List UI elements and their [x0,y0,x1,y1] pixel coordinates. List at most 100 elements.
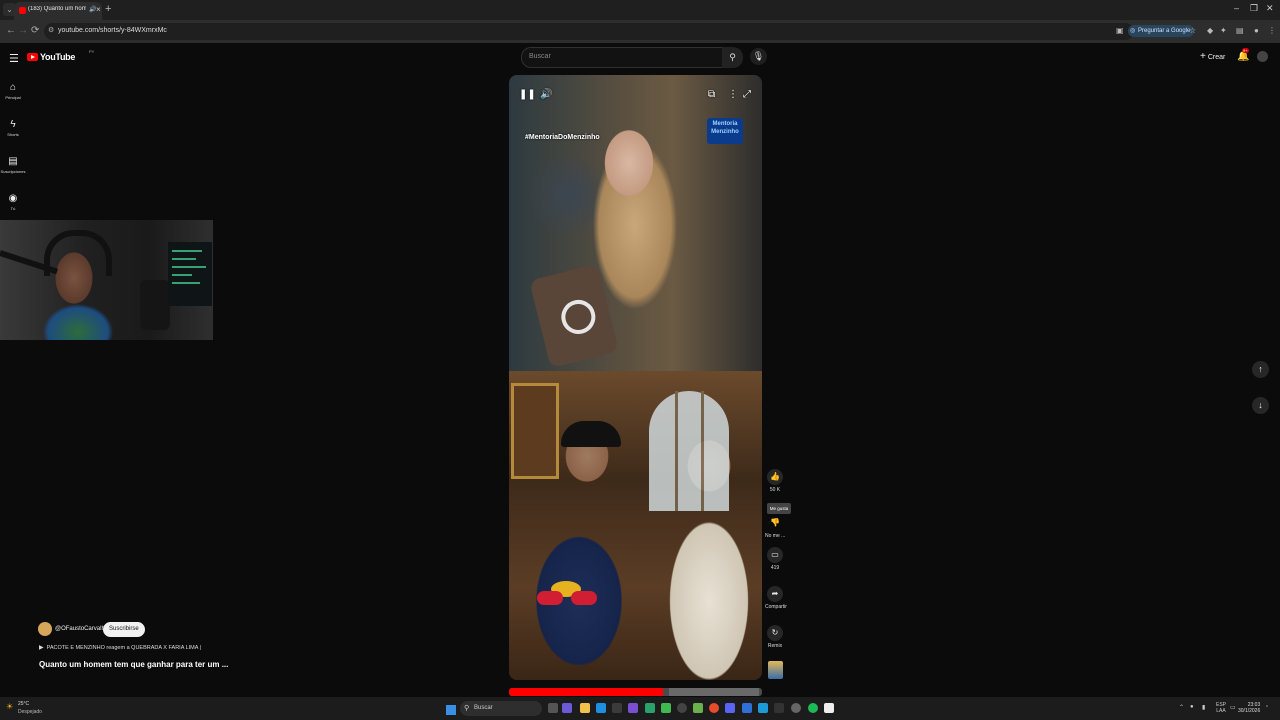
like-button[interactable]: 👍 50 K [765,469,785,493]
discord-icon[interactable] [725,703,735,713]
voice-search-button[interactable]: 🎙 [750,48,767,65]
video-brand-badge: Mentoria Menzinho [707,118,743,144]
chrome-menu-icon[interactable]: ⋮ [1268,26,1276,35]
taskbar-app-icon[interactable] [742,703,752,713]
dislike-button[interactable]: 👎 No me ... [765,515,785,539]
forward-button[interactable]: → [18,25,28,36]
input-language[interactable]: ESP LAA [1216,702,1226,714]
taskbar-app-icon[interactable] [677,703,687,713]
volume-icon[interactable]: 🔊 [540,89,552,100]
task-view-icon[interactable] [548,703,558,713]
taskbar-app-icon[interactable] [774,703,784,713]
temperature: 25°C [18,701,30,707]
remix-button[interactable]: ↻ Remix [765,625,785,649]
window-close-button[interactable]: ✕ [1266,3,1274,14]
new-tab-button[interactable]: + [105,3,111,15]
progress-buffer [669,688,759,696]
search-icon: ⚲ [464,705,470,712]
ask-google-button[interactable]: ◎ Preguntar a Google [1128,25,1195,37]
short-title[interactable]: Quanto um homem tem que ganhar para ter … [39,660,228,669]
reload-button[interactable]: ⟳ [31,25,39,36]
search-icon: ⚲ [729,52,736,62]
you-icon: ◉ [8,193,18,204]
tray-app-icon[interactable]: ● [1190,704,1194,710]
guide-menu-icon[interactable]: ☰ [9,52,19,65]
tab-close-icon[interactable]: × [96,5,101,14]
network-icon[interactable]: ▭ [1230,704,1236,711]
windows-start-icon[interactable] [446,705,456,715]
plus-icon: + [1200,51,1206,62]
channel-avatar[interactable] [38,622,52,636]
taskbar-search[interactable]: ⚲ Buscar [460,701,542,716]
pause-icon[interactable]: ❚❚ [519,89,536,100]
taskbar-app-icon[interactable] [824,703,834,713]
create-label: Crear [1207,54,1226,61]
guide-item-you[interactable]: ◉ Tú [0,193,26,211]
account-avatar[interactable] [1257,51,1268,62]
taskbar-app-icon[interactable] [562,703,572,713]
channel-name[interactable]: @OFaustoCarvalho [55,626,108,632]
system-clock[interactable]: 23:03 30/1/2026 [1238,702,1260,714]
create-button[interactable]: + Crear [1200,51,1225,62]
thumbs-up-icon: 👍 [767,469,783,485]
ask-google-label: Preguntar a Google [1138,28,1191,34]
video-progress-bar[interactable] [509,688,762,696]
taskbar-app-icon[interactable] [628,703,638,713]
comments-button[interactable]: ▭ 419 [765,547,785,571]
install-app-icon[interactable]: ▣ [1116,26,1124,35]
related-video-link[interactable]: ▶ PACOTE E MENZINHO reagem a QUEBRADA X F… [39,644,201,651]
video-bottom-frame [509,371,762,680]
taskbar-app-icon[interactable] [693,703,703,713]
maximize-button[interactable]: ❐ [1250,3,1258,14]
miniplayer-icon[interactable]: ⧉ [708,89,715,100]
extension-icon[interactable]: ◆ [1207,26,1213,35]
arrow-down-icon: ↓ [1258,400,1263,410]
bookmark-star-icon[interactable]: ☆ [1189,26,1196,35]
file-explorer-icon[interactable] [580,703,590,713]
chrome-icon[interactable] [709,703,719,713]
tray-chevron-icon[interactable]: ⌃ [1179,704,1184,711]
video-hashtag-overlay: #MentoriaDoMenzinho [525,134,600,141]
back-button[interactable]: ← [6,25,16,36]
taskbar-app-icon[interactable] [612,703,622,713]
comment-icon: ▭ [767,547,783,563]
guide-item-shorts[interactable]: ϟ Shorts [0,119,26,137]
lang-line-2: LAA [1216,708,1226,714]
taskbar-app-icon[interactable] [791,703,801,713]
profile-avatar-icon[interactable]: ● [1254,26,1259,35]
edge-icon[interactable] [596,703,606,713]
subscribe-button[interactable]: Suscribirse [103,622,145,637]
fullscreen-icon[interactable]: ⤢ [743,89,751,100]
tray-mic-icon[interactable]: ▮ [1202,704,1205,711]
spotify-icon[interactable] [808,703,818,713]
share-button[interactable]: ➦ Compartir [765,586,787,610]
browser-tab-active[interactable]: (183) Quanto um homem t 🔊 × [14,2,102,20]
taskbar-app-icon[interactable] [661,703,671,713]
notifications-icon[interactable]: ▫ [1266,704,1268,710]
thumbs-down-icon: 👎 [770,518,780,527]
extensions-puzzle-icon[interactable]: ✦ [1220,26,1227,35]
home-icon: ⌂ [9,82,17,93]
video-top-frame: #MentoriaDoMenzinho Mentoria Menzinho [509,75,762,371]
url-text: youtube.com/shorts/y-84WXmrxMc [58,27,167,34]
next-short-button[interactable]: ↓ [1252,397,1269,414]
window-shape [649,391,729,511]
taskbar-app-icon[interactable] [645,703,655,713]
sound-thumbnail[interactable] [768,661,783,679]
search-button[interactable]: ⚲ [722,47,743,68]
arrow-up-icon: ↑ [1258,364,1263,374]
minimize-button[interactable]: – [1234,3,1239,13]
address-bar[interactable]: ⚙ youtube.com/shorts/y-84WXmrxMc [44,23,1134,40]
taskbar-app-icon[interactable] [758,703,768,713]
guide-item-subscriptions[interactable]: ▤ Suscripciones [0,156,26,174]
site-info-icon[interactable]: ⚙ [48,26,54,34]
guide-item-home[interactable]: ⌂ Principal [0,82,26,100]
previous-short-button[interactable]: ↑ [1252,361,1269,378]
guide-label: Tú [10,206,16,211]
tab-title: (183) Quanto um homem t [28,6,86,12]
search-input[interactable]: Buscar [521,47,723,68]
shorts-video-player[interactable]: #MentoriaDoMenzinho Mentoria Menzinho ❚❚… [509,75,762,680]
more-options-icon[interactable]: ⋮ [728,89,738,100]
sidebar-icon[interactable]: ▤ [1236,26,1244,35]
windows-taskbar: ☀ 25°C Despejado [0,697,1280,720]
